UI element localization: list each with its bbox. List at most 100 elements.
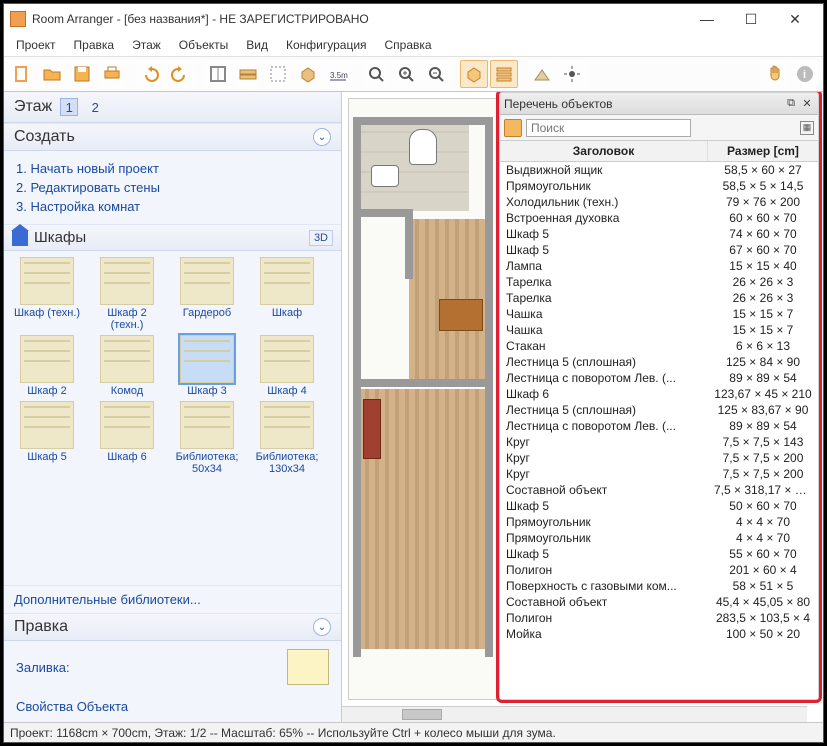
pin-icon[interactable]: ⧉ bbox=[784, 97, 798, 111]
tag-3d[interactable]: 3D bbox=[309, 230, 333, 246]
objects-panel-header[interactable]: Перечень объектов ⧉ ✕ bbox=[500, 93, 818, 115]
edit-section-header[interactable]: Правка ⌄ bbox=[4, 613, 341, 641]
library-item[interactable]: Шкаф 2 (техн.) bbox=[90, 257, 164, 331]
more-libraries-link[interactable]: Дополнительные библиотеки... bbox=[4, 585, 341, 613]
category-header[interactable]: Шкафы 3D bbox=[4, 224, 341, 251]
zoom-fit-button[interactable] bbox=[362, 60, 390, 88]
library-item[interactable]: Шкаф 6 bbox=[90, 401, 164, 475]
table-row[interactable]: Полигон201 × 60 × 4 bbox=[500, 562, 818, 578]
maximize-button[interactable]: ☐ bbox=[729, 5, 773, 33]
table-row[interactable]: Мойка100 × 50 × 20 bbox=[500, 626, 818, 642]
object-properties-link[interactable]: Свойства Объекта bbox=[16, 693, 329, 714]
cell-title: Тарелка bbox=[500, 274, 708, 290]
library-item[interactable]: Шкаф bbox=[250, 257, 324, 331]
zoom-out-button[interactable] bbox=[422, 60, 450, 88]
objects-search-input[interactable] bbox=[526, 119, 691, 137]
library-item[interactable]: Шкаф 3 bbox=[170, 335, 244, 397]
floor-2-button[interactable]: 2 bbox=[86, 98, 104, 116]
table-row[interactable]: Лестница с поворотом Лев. (...89 × 89 × … bbox=[500, 370, 818, 386]
library-item[interactable]: Библиотека; 130x34 bbox=[250, 401, 324, 475]
table-row[interactable]: Выдвижной ящик58,5 × 60 × 27 bbox=[500, 162, 818, 178]
filter-icon[interactable] bbox=[504, 119, 522, 137]
table-row[interactable]: Чашка15 × 15 × 7 bbox=[500, 322, 818, 338]
select-button[interactable] bbox=[264, 60, 292, 88]
hand-button[interactable] bbox=[761, 60, 789, 88]
table-row[interactable]: Лестница 5 (сплошная)125 × 83,67 × 90 bbox=[500, 402, 818, 418]
table-row[interactable]: Встроенная духовка60 × 60 × 70 bbox=[500, 210, 818, 226]
box-button[interactable] bbox=[294, 60, 322, 88]
table-row[interactable]: Шкаф 550 × 60 × 70 bbox=[500, 498, 818, 514]
menu-edit[interactable]: Правка bbox=[66, 36, 123, 54]
floor-1-button[interactable]: 1 bbox=[60, 98, 78, 116]
objects-table[interactable]: Заголовок Размер [cm] Выдвижной ящик58,5… bbox=[500, 141, 818, 699]
library-item[interactable]: Шкаф 5 bbox=[10, 401, 84, 475]
table-row[interactable]: Шкаф 567 × 60 × 70 bbox=[500, 242, 818, 258]
table-row[interactable]: Лампа15 × 15 × 40 bbox=[500, 258, 818, 274]
create-room-setup[interactable]: 3. Настройка комнат bbox=[16, 197, 329, 216]
table-row[interactable]: Стакан6 × 6 × 13 bbox=[500, 338, 818, 354]
collapse-icon[interactable]: ⌄ bbox=[313, 618, 331, 636]
undo-button[interactable] bbox=[136, 60, 164, 88]
table-row[interactable]: Круг7,5 × 7,5 × 200 bbox=[500, 466, 818, 482]
menu-help[interactable]: Справка bbox=[377, 36, 440, 54]
library-item[interactable]: Шкаф 4 bbox=[250, 335, 324, 397]
table-row[interactable]: Составной объект45,4 × 45,05 × 80 bbox=[500, 594, 818, 610]
fill-swatch[interactable] bbox=[287, 649, 329, 685]
table-row[interactable]: Прямоугольник4 × 4 × 70 bbox=[500, 514, 818, 530]
library-item[interactable]: Комод bbox=[90, 335, 164, 397]
create-section-header[interactable]: Создать ⌄ bbox=[4, 123, 341, 151]
close-button[interactable]: ✕ bbox=[773, 5, 817, 33]
menu-floor[interactable]: Этаж bbox=[124, 36, 169, 54]
new-button[interactable] bbox=[8, 60, 36, 88]
column-size[interactable]: Размер [cm] bbox=[708, 141, 818, 161]
info-button[interactable]: i bbox=[791, 60, 819, 88]
redo-button[interactable] bbox=[166, 60, 194, 88]
print-button[interactable] bbox=[98, 60, 126, 88]
library-item[interactable]: Библиотека; 50x34 bbox=[170, 401, 244, 475]
table-row[interactable]: Лестница 5 (сплошная)125 × 84 × 90 bbox=[500, 354, 818, 370]
zoom-in-button[interactable] bbox=[392, 60, 420, 88]
table-row[interactable]: Поверхность с газовыми ком...58 × 51 × 5 bbox=[500, 578, 818, 594]
table-row[interactable]: Шкаф 555 × 60 × 70 bbox=[500, 546, 818, 562]
table-row[interactable]: Прямоугольник4 × 4 × 70 bbox=[500, 530, 818, 546]
bricks-button[interactable] bbox=[234, 60, 262, 88]
create-new-project[interactable]: 1. Начать новый проект bbox=[16, 159, 329, 178]
table-row[interactable]: Круг7,5 × 7,5 × 200 bbox=[500, 450, 818, 466]
table-row[interactable]: Тарелка26 × 26 × 3 bbox=[500, 290, 818, 306]
cell-size: 125 × 84 × 90 bbox=[708, 354, 818, 370]
table-row[interactable]: Полигон283,5 × 103,5 × 4 bbox=[500, 610, 818, 626]
search-options-icon[interactable]: ▦ bbox=[800, 121, 814, 135]
create-edit-walls[interactable]: 2. Редактировать стены bbox=[16, 178, 329, 197]
view-3d-button[interactable] bbox=[460, 60, 488, 88]
menu-project[interactable]: Проект bbox=[8, 36, 64, 54]
table-row[interactable]: Лестница с поворотом Лев. (...89 × 89 × … bbox=[500, 418, 818, 434]
table-row[interactable]: Составной объект7,5 × 318,17 × 94,5 bbox=[500, 482, 818, 498]
library-item[interactable]: Шкаф 2 bbox=[10, 335, 84, 397]
menu-config[interactable]: Конфигурация bbox=[278, 36, 375, 54]
menu-objects[interactable]: Объекты bbox=[171, 36, 237, 54]
scrollbar-thumb[interactable] bbox=[402, 709, 442, 720]
minimize-button[interactable]: — bbox=[685, 5, 729, 33]
walls-button[interactable] bbox=[204, 60, 232, 88]
svg-text:i: i bbox=[803, 69, 806, 81]
column-title[interactable]: Заголовок bbox=[500, 141, 708, 161]
close-panel-icon[interactable]: ✕ bbox=[800, 97, 814, 111]
open-button[interactable] bbox=[38, 60, 66, 88]
save-button[interactable] bbox=[68, 60, 96, 88]
table-row[interactable]: Тарелка26 × 26 × 3 bbox=[500, 274, 818, 290]
table-row[interactable]: Холодильник (техн.)79 × 76 × 200 bbox=[500, 194, 818, 210]
table-row[interactable]: Шкаф 574 × 60 × 70 bbox=[500, 226, 818, 242]
collapse-icon[interactable]: ⌄ bbox=[313, 128, 331, 146]
view-list-button[interactable] bbox=[490, 60, 518, 88]
table-row[interactable]: Прямоугольник58,5 × 5 × 14,5 bbox=[500, 178, 818, 194]
measure-button[interactable]: 3.5m bbox=[324, 60, 352, 88]
table-row[interactable]: Чашка15 × 15 × 7 bbox=[500, 306, 818, 322]
menu-view[interactable]: Вид bbox=[238, 36, 276, 54]
table-row[interactable]: Шкаф 6123,67 × 45 × 210 bbox=[500, 386, 818, 402]
canvas-horizontal-scrollbar[interactable] bbox=[342, 706, 807, 722]
library-item[interactable]: Шкаф (техн.) bbox=[10, 257, 84, 331]
render-button[interactable] bbox=[528, 60, 556, 88]
table-row[interactable]: Круг7,5 × 7,5 × 143 bbox=[500, 434, 818, 450]
library-item[interactable]: Гардероб bbox=[170, 257, 244, 331]
light-button[interactable] bbox=[558, 60, 586, 88]
